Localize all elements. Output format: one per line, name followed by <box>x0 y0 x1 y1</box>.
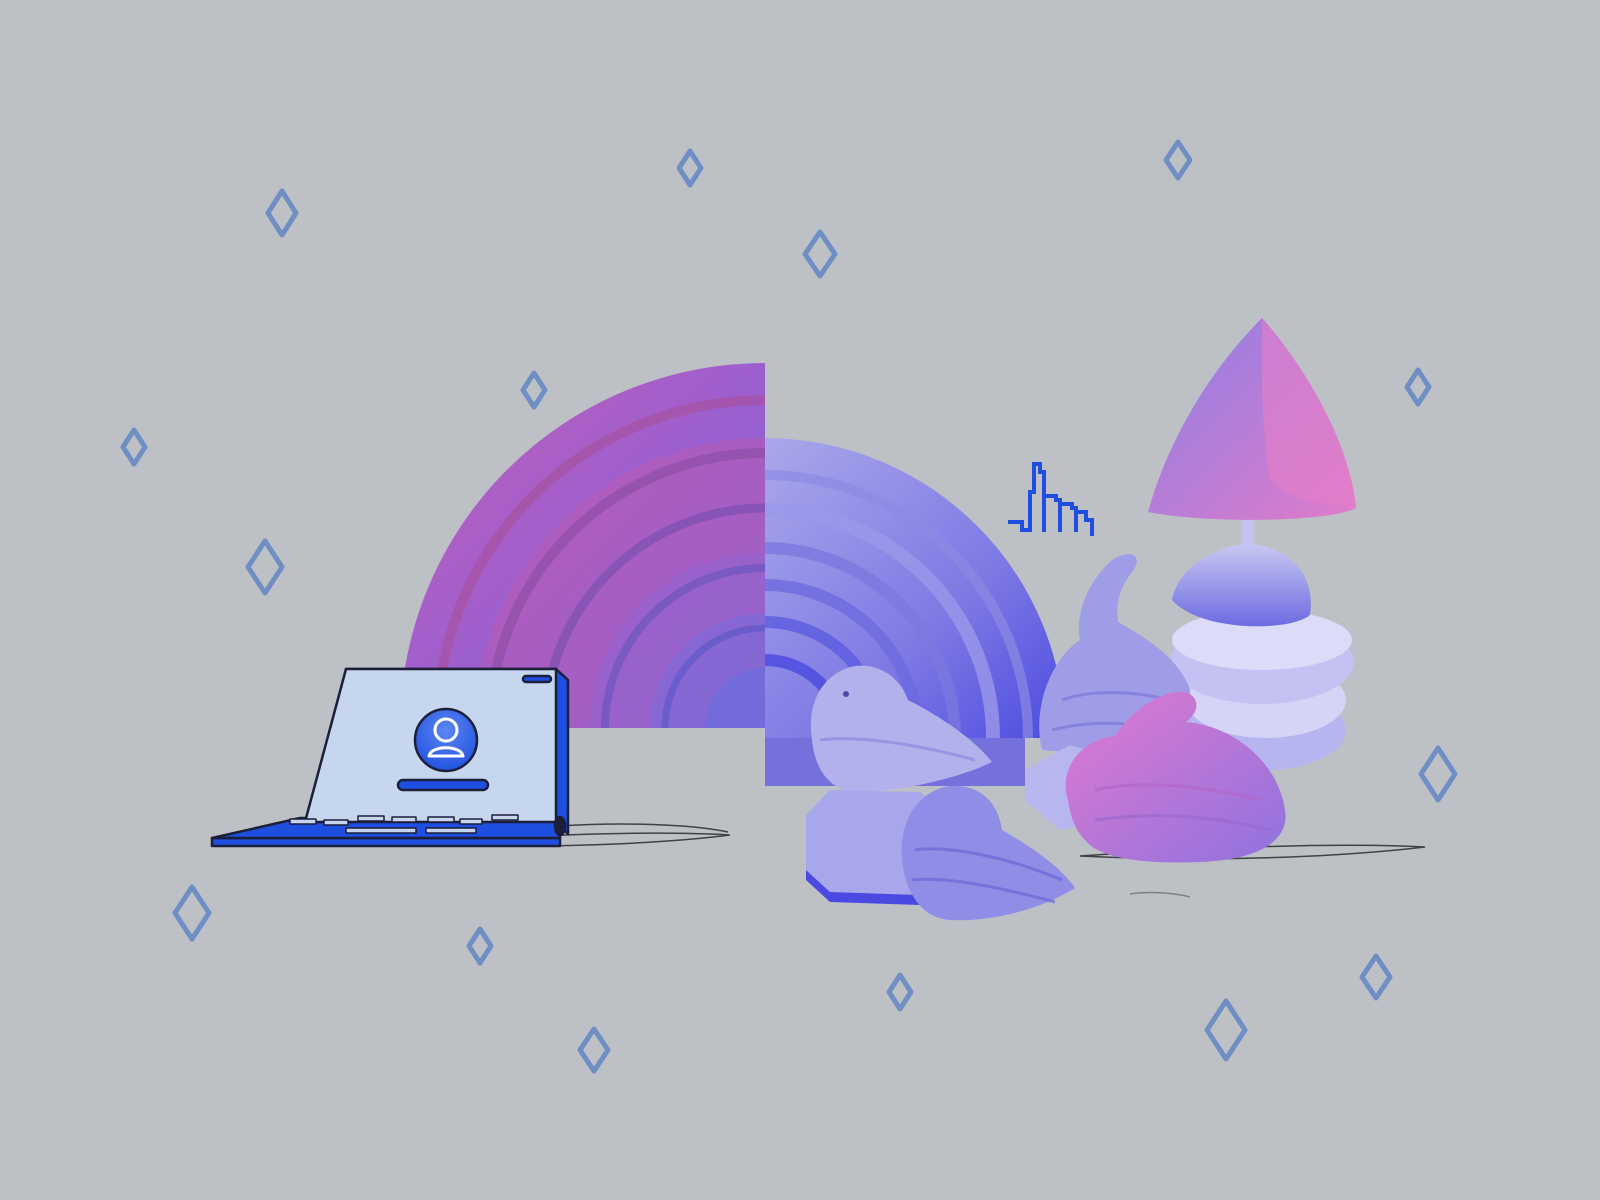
sparkle-diamond-icon <box>172 884 212 942</box>
sparkle-diamond-icon <box>1163 139 1193 181</box>
sparkle-diamond-icon <box>886 972 914 1012</box>
sparkle-diamond-icon <box>577 1026 611 1074</box>
laptop-illustration <box>210 667 570 848</box>
illustration-canvas <box>0 0 1600 1200</box>
laptop-screen-status-pill <box>521 674 553 684</box>
sparkle-diamond-icon <box>245 538 285 596</box>
sparkle-diamond-icon <box>1204 998 1248 1062</box>
pixel-hand-cursor-icon <box>1008 462 1094 536</box>
sparkle-diamond-icon <box>120 427 148 467</box>
sparkle-diamond-icon <box>520 370 548 410</box>
sparkle-diamond-icon <box>1359 953 1393 1001</box>
sparkle-diamond-icon <box>1418 745 1458 803</box>
sparkle-diamond-icon <box>676 148 704 188</box>
sparkle-diamond-icon <box>802 229 838 279</box>
login-field-bar <box>396 778 490 792</box>
user-avatar-icon <box>413 707 479 773</box>
sparkle-diamond-icon <box>466 926 494 966</box>
collage-svg <box>120 139 1458 1074</box>
sparkle-diamond-icon <box>1404 367 1432 407</box>
sparkle-diamond-icon <box>265 188 299 238</box>
